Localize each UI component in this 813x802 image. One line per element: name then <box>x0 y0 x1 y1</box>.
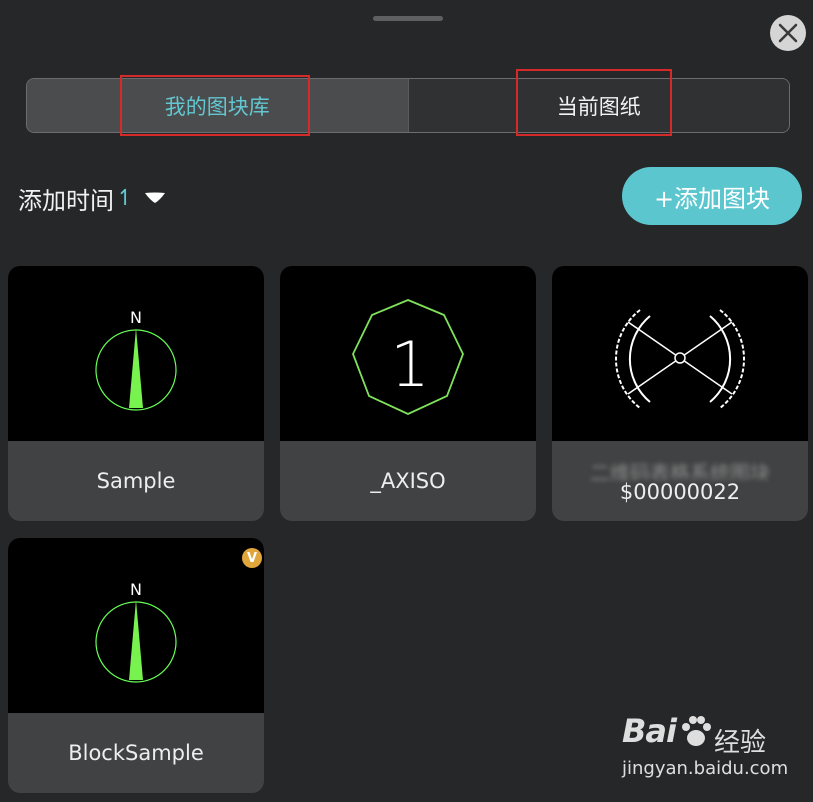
sort-label: 添加时间 <box>18 186 114 215</box>
octagon-axis-icon: 1 <box>352 299 464 415</box>
block-card-00000022[interactable]: 二维码表格系统图块 $00000022 <box>552 266 808 521</box>
north-label: N <box>130 308 142 327</box>
block-name: BlockSample <box>68 741 204 765</box>
add-block-button[interactable]: +添加图块 <box>622 167 802 225</box>
tab-label: 我的图块库 <box>164 94 270 119</box>
sheet-grabber[interactable] <box>373 16 443 21</box>
library-tab-bar: 我的图块库 当前图纸 <box>26 78 790 133</box>
caret-down-icon <box>142 190 168 206</box>
block-name: _AXISO <box>370 469 446 493</box>
block-thumbnail: 1 <box>280 266 536 441</box>
block-thumbnail: N V <box>8 538 264 713</box>
watermark-url: jingyan.baidu.com <box>622 758 789 779</box>
block-card-axiso[interactable]: 1 _AXISO <box>280 266 536 521</box>
sort-dropdown[interactable]: 添加时间 ↿ <box>18 180 168 216</box>
watermark-brand: Bai <box>622 712 677 750</box>
compass-north-icon: N <box>95 308 177 411</box>
axis-number: 1 <box>390 328 429 401</box>
bowtie-symbol-icon <box>614 309 746 409</box>
paw-icon <box>682 716 711 746</box>
north-label: N <box>130 580 142 599</box>
close-button[interactable] <box>770 15 806 51</box>
sort-direction-icon: ↿ <box>116 185 135 211</box>
block-card-blocksample[interactable]: N V BlockSample <box>8 538 264 793</box>
vip-badge-icon: V <box>242 548 262 568</box>
tab-label: 当前图纸 <box>556 94 641 119</box>
block-name: Sample <box>96 469 176 493</box>
block-card-sample[interactable]: N Sample <box>8 266 264 521</box>
block-name-id: $00000022 <box>619 480 741 504</box>
block-name-blurred-line: 二维码表格系统图块 <box>590 461 770 480</box>
block-thumbnail <box>552 266 808 441</box>
baidu-jingyan-watermark: Bai 经验 jingyan.baidu.com <box>622 712 802 787</box>
block-name: 二维码表格系统图块 $00000022 <box>552 441 808 521</box>
close-icon <box>778 23 798 43</box>
tab-my-block-library[interactable]: 我的图块库 <box>27 79 408 132</box>
block-thumbnail: N <box>8 266 264 441</box>
compass-north-icon: N <box>95 580 177 683</box>
tab-current-drawing[interactable]: 当前图纸 <box>407 79 789 132</box>
watermark-brand-tail: 经验 <box>714 728 767 758</box>
